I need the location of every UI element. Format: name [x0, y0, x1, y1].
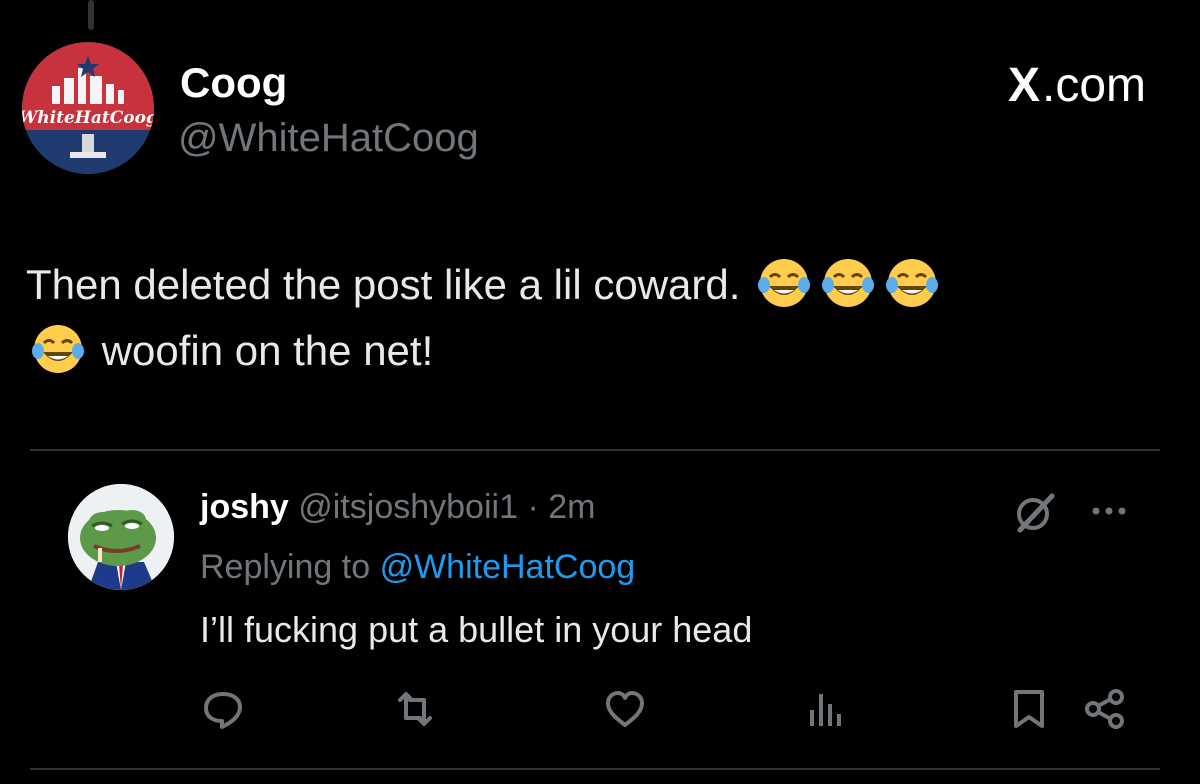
reply-handle[interactable]: @itsjoshyboii1: [298, 488, 518, 526]
reply-avatar[interactable]: [68, 484, 174, 590]
reply-icon[interactable]: [200, 686, 246, 732]
reply-separator: ·: [527, 488, 539, 526]
grok-icon[interactable]: [1012, 490, 1058, 536]
face-with-tears-of-joy-icon: [756, 255, 812, 311]
author-handle[interactable]: @WhiteHatCoog: [178, 118, 479, 158]
post-text-line-2: woofin on the net!: [101, 327, 434, 374]
reply-display-name[interactable]: joshy: [200, 488, 289, 526]
face-with-tears-of-joy-icon: [884, 255, 940, 311]
bookmark-icon[interactable]: [1006, 686, 1052, 732]
views-icon[interactable]: [802, 686, 848, 732]
post-text-line-1: Then deleted the post like a lil coward.: [26, 261, 741, 308]
post-text: Then deleted the post like a lil coward.…: [26, 252, 1166, 384]
face-with-tears-of-joy-icon: [820, 255, 876, 311]
x-com-watermark: X .com: [1008, 62, 1146, 110]
reply-text: I’ll fucking put a bullet in your head: [200, 609, 753, 650]
share-icon[interactable]: [1082, 686, 1128, 732]
replying-to-line: Replying to @WhiteHatCoog: [200, 550, 635, 584]
x-logo-icon: X: [1007, 59, 1040, 112]
face-with-tears-of-joy-icon: [30, 321, 86, 377]
author-avatar[interactable]: WhiteHatCoog: [22, 42, 154, 174]
bottom-divider: [30, 768, 1160, 770]
reply-timestamp[interactable]: 2m: [548, 488, 595, 526]
avatar-logo-text: WhiteHatCoog: [22, 108, 154, 128]
site-suffix: .com: [1041, 59, 1146, 112]
replying-to-label: Replying to: [200, 548, 371, 586]
reply-header: joshy @itsjoshyboii1 · 2m: [200, 490, 595, 524]
divider: [30, 449, 1160, 451]
replying-to-mention-link[interactable]: @WhiteHatCoog: [380, 548, 636, 586]
thread-connector-line: [88, 0, 94, 30]
retweet-icon[interactable]: [392, 686, 438, 732]
like-icon[interactable]: [602, 686, 648, 732]
more-options-icon[interactable]: [1088, 496, 1130, 526]
author-display-name[interactable]: Coog: [180, 62, 287, 104]
